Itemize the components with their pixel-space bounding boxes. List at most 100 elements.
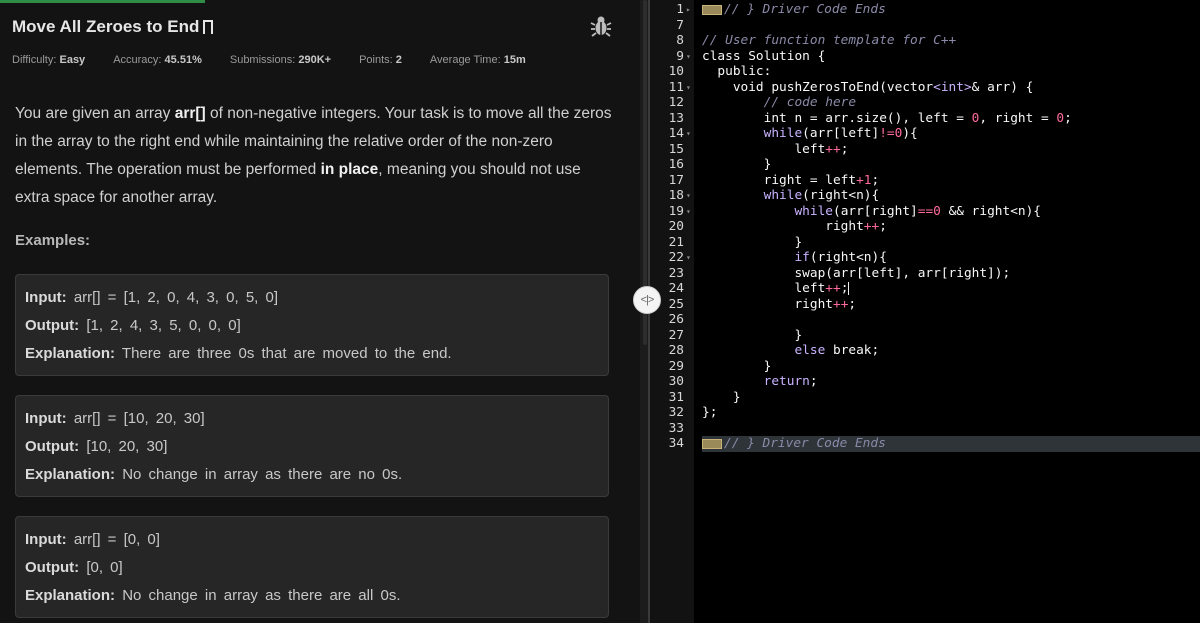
code-text[interactable]: // code here xyxy=(702,95,856,111)
code-text[interactable]: while(right<n){ xyxy=(702,188,880,204)
code-text[interactable]: // } Driver Code Ends xyxy=(702,2,886,18)
code-line[interactable]: 34 // } Driver Code Ends xyxy=(650,436,1200,452)
code-text[interactable]: // } Driver Code Ends xyxy=(702,436,886,452)
average-time: Average Time: 15m xyxy=(430,54,526,66)
code-text[interactable]: else break; xyxy=(702,343,879,359)
code-line[interactable]: 25 right++; xyxy=(650,297,1200,313)
example-box: Input: arr[] = [10, 20, 30] Output: [10,… xyxy=(15,395,609,497)
output-label: Output: xyxy=(25,438,80,455)
example-explanation: Explanation: No change in array as there… xyxy=(25,466,402,483)
code-editor[interactable]: 1 ▸ // } Driver Code Ends 7 8 // User functio… xyxy=(650,0,1200,623)
line-number: 17 xyxy=(668,172,684,188)
line-number: 19 xyxy=(668,203,684,219)
code-text[interactable]: } xyxy=(702,157,772,173)
input-label: Input: xyxy=(25,531,67,548)
submissions: Submissions: 290K+ xyxy=(230,54,331,66)
code-line[interactable]: 22 ▾ if(right<n){ xyxy=(650,250,1200,266)
code-text[interactable]: left++; xyxy=(702,142,848,158)
bookmark-icon[interactable] xyxy=(203,20,214,39)
code-text[interactable]: } xyxy=(702,359,772,375)
code-text[interactable]: swap(arr[left], arr[right]); xyxy=(702,266,1010,282)
code-line[interactable]: 1 ▸ // } Driver Code Ends xyxy=(650,2,1200,18)
code-text[interactable]: } xyxy=(702,235,802,251)
explanation-label: Explanation: xyxy=(25,587,116,604)
code-line[interactable]: 32}; xyxy=(650,405,1200,421)
code-text[interactable]: public: xyxy=(702,64,771,80)
code-line[interactable]: 23 swap(arr[left], arr[right]); xyxy=(650,266,1200,282)
fold-toggle-icon[interactable]: ▾ xyxy=(686,49,691,65)
code-text[interactable]: left++; xyxy=(702,281,850,297)
code-line[interactable]: 11 ▾ void pushZerosToEnd(vector<int>& arr… xyxy=(650,80,1200,96)
code-text[interactable]: return; xyxy=(702,374,818,390)
line-number: 9 xyxy=(676,48,684,64)
code-line[interactable]: 12 // code here xyxy=(650,95,1200,111)
line-number: 8 xyxy=(676,33,684,48)
example-input: Input: arr[] = [1, 2, 0, 4, 3, 0, 5, 0] xyxy=(25,289,278,306)
fold-toggle-icon[interactable]: ▾ xyxy=(686,204,691,220)
code-text[interactable]: }; xyxy=(702,405,717,421)
code-line[interactable]: 10 public: xyxy=(650,64,1200,80)
code-line[interactable]: 16 } xyxy=(650,157,1200,173)
bug-report-icon[interactable] xyxy=(590,14,612,38)
submissions-value: 290K+ xyxy=(298,54,332,66)
code-line[interactable]: 30 return; xyxy=(650,374,1200,390)
code-line[interactable]: 14 ▾ while(arr[left]!=0){ xyxy=(650,126,1200,142)
output-label: Output: xyxy=(25,559,80,576)
line-number: 32 xyxy=(668,405,684,420)
code-line[interactable]: 21 } xyxy=(650,235,1200,251)
time-value: 15m xyxy=(503,54,526,66)
active-tab-indicator xyxy=(0,0,205,3)
line-number: 10 xyxy=(668,64,684,79)
code-line[interactable]: 18 ▾ while(right<n){ xyxy=(650,188,1200,204)
code-line[interactable]: 7 xyxy=(650,18,1200,34)
example-input: Input: arr[] = [0, 0] xyxy=(25,531,160,548)
line-number: 15 xyxy=(668,141,684,157)
line-number: 28 xyxy=(668,343,684,358)
line-number: 14 xyxy=(668,126,684,141)
code-text[interactable]: if(right<n){ xyxy=(702,250,886,266)
fold-toggle-icon[interactable]: ▾ xyxy=(686,250,691,266)
code-text[interactable]: right++; xyxy=(702,219,887,235)
fold-toggle-icon[interactable]: ▾ xyxy=(686,80,691,96)
code-text[interactable]: // User function template for C++ xyxy=(702,33,956,49)
code-text[interactable]: while(arr[right]==0 && right<n){ xyxy=(702,204,1041,220)
code-text[interactable]: int n = arr.size(), left = 0, right = 0; xyxy=(702,111,1072,127)
code-text[interactable]: right = left+1; xyxy=(702,173,880,189)
line-number: 21 xyxy=(668,234,684,250)
line-number: 31 xyxy=(668,389,684,405)
problem-description: You are given an array arr[] of non-nega… xyxy=(15,100,615,212)
problem-title-text: Move All Zeroes to End xyxy=(12,17,200,36)
line-number: 20 xyxy=(668,219,684,234)
code-line[interactable]: 27 } xyxy=(650,328,1200,344)
code-line[interactable]: 31 } xyxy=(650,390,1200,406)
code-text[interactable]: } xyxy=(702,390,741,406)
code-line[interactable]: 9 ▾ class Solution { xyxy=(650,49,1200,65)
line-number: 26 xyxy=(668,312,684,327)
problem-meta: Difficulty: Easy Accuracy: 45.51% Submis… xyxy=(12,54,554,66)
code-line[interactable]: 28 else break; xyxy=(650,343,1200,359)
input-label: Input: xyxy=(25,289,67,306)
fold-toggle-icon[interactable]: ▸ xyxy=(686,2,691,18)
code-line[interactable]: 20 right++; xyxy=(650,219,1200,235)
resize-handle-icon[interactable]: <|> xyxy=(633,286,661,314)
example-explanation: Explanation: No change in array as there… xyxy=(25,587,401,604)
line-number: 23 xyxy=(668,265,684,281)
code-text[interactable]: while(arr[left]!=0){ xyxy=(702,126,918,142)
code-text[interactable]: } xyxy=(702,328,802,344)
code-line[interactable]: 15 left++; xyxy=(650,142,1200,158)
code-text[interactable]: void pushZerosToEnd(vector<int>& arr) { xyxy=(702,80,1034,96)
code-line[interactable]: 8 // User function template for C++ xyxy=(650,33,1200,49)
code-text[interactable]: class Solution { xyxy=(702,49,825,65)
fold-toggle-icon[interactable]: ▾ xyxy=(686,188,691,204)
code-text[interactable]: right++; xyxy=(702,297,856,313)
code-line[interactable]: 26 xyxy=(650,312,1200,328)
example-output: Output: [1, 2, 4, 3, 5, 0, 0, 0] xyxy=(25,317,241,334)
code-line[interactable]: 13 int n = arr.size(), left = 0, right =… xyxy=(650,111,1200,127)
code-line[interactable]: 24 left++; xyxy=(650,281,1200,297)
code-line[interactable]: 33 xyxy=(650,421,1200,437)
code-line[interactable]: 29 } xyxy=(650,359,1200,375)
code-line[interactable]: 17 right = left+1; xyxy=(650,173,1200,189)
code-line[interactable]: 19 ▾ while(arr[right]==0 && right<n){ xyxy=(650,204,1200,220)
fold-toggle-icon[interactable]: ▾ xyxy=(686,126,691,142)
explanation-label: Explanation: xyxy=(25,345,116,362)
